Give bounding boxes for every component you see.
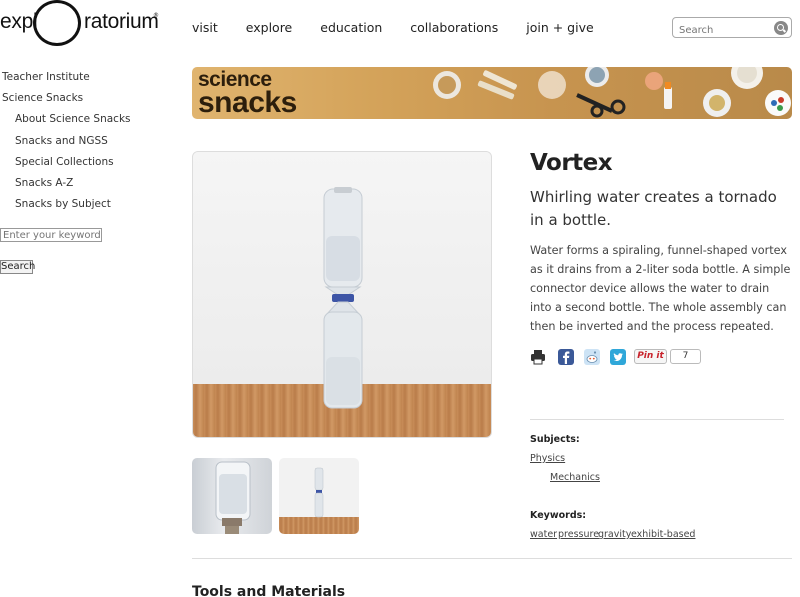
sidebar-item-snacks-and-ngss[interactable]: Snacks and NGSS (2, 134, 131, 155)
sidebar-item-teacher-institute[interactable]: Teacher Institute (2, 70, 131, 91)
header-search (672, 17, 792, 40)
sidebar-item-snacks-by-subject[interactable]: Snacks by Subject (2, 197, 131, 218)
exploratorium-logo[interactable]: expl ratorium ® (0, 0, 160, 48)
header-search-input[interactable] (673, 21, 769, 40)
print-icon[interactable] (530, 349, 546, 365)
science-snacks-banner[interactable]: science snacks (192, 67, 792, 119)
pinterest-pin-button[interactable]: Pin it (634, 349, 667, 364)
nav-collaborations[interactable]: collaborations (410, 20, 498, 35)
sidebar-search-button[interactable]: Search (0, 260, 35, 274)
sidebar-item-snacks-a-z[interactable]: Snacks A-Z (2, 176, 131, 197)
subject-link-physics[interactable]: Physics (530, 453, 565, 464)
nav-join-give[interactable]: join + give (526, 20, 593, 35)
page-title: Vortex (530, 150, 613, 176)
sidebar-item-science-snacks[interactable]: Science Snacks (2, 91, 131, 112)
banner-title: science snacks (198, 69, 297, 119)
page-description: Water forms a spiraling, funnel-shaped v… (530, 244, 791, 333)
pinterest-count: 7 (670, 349, 701, 364)
sidebar-keyword-input[interactable] (0, 228, 102, 242)
keyword-link-water[interactable]: water (530, 529, 557, 540)
twitter-icon[interactable] (610, 349, 626, 365)
page-subtitle: Whirling water creates a tornado in a bo… (530, 188, 777, 229)
logo-registered-mark: ® (153, 12, 159, 19)
sidebar-nav: Teacher Institute Science Snacks About S… (2, 70, 131, 218)
vortex-main-image[interactable] (192, 151, 492, 438)
banner-line-snacks: snacks (198, 86, 297, 119)
subjects-label: Subjects: (530, 434, 580, 445)
sidebar-item-special-collections[interactable]: Special Collections (2, 155, 131, 176)
keyword-link-exhibit-based[interactable]: exhibit-based (631, 529, 695, 540)
thumbnail-full-view[interactable] (279, 458, 359, 534)
reddit-icon[interactable] (584, 349, 600, 365)
logo-text-right: ratorium (84, 10, 159, 33)
thumbnail-closeup-illustration (215, 461, 251, 534)
subject-link-mechanics[interactable]: Mechanics (550, 472, 600, 483)
logo-text-left: expl (0, 10, 38, 33)
top-nav: visit explore education collaborations j… (192, 20, 622, 35)
keyword-link-pressure[interactable]: pressure (558, 529, 599, 540)
tools-and-materials-heading: Tools and Materials (192, 584, 346, 597)
keyword-link-gravity[interactable]: gravity (598, 529, 631, 540)
section-divider (192, 558, 792, 559)
logo-ring (33, 0, 81, 46)
search-icon[interactable] (774, 21, 788, 35)
bottle-illustration (323, 187, 363, 409)
nav-visit[interactable]: visit (192, 20, 218, 35)
divider (530, 419, 784, 420)
thumbnail-bottles-illustration (314, 467, 324, 518)
nav-education[interactable]: education (320, 20, 382, 35)
facebook-icon[interactable] (558, 349, 574, 365)
sidebar-item-about-science-snacks[interactable]: About Science Snacks (2, 112, 131, 133)
thumbnail-closeup[interactable] (192, 458, 272, 534)
nav-explore[interactable]: explore (246, 20, 292, 35)
keywords-label: Keywords: (530, 510, 587, 521)
